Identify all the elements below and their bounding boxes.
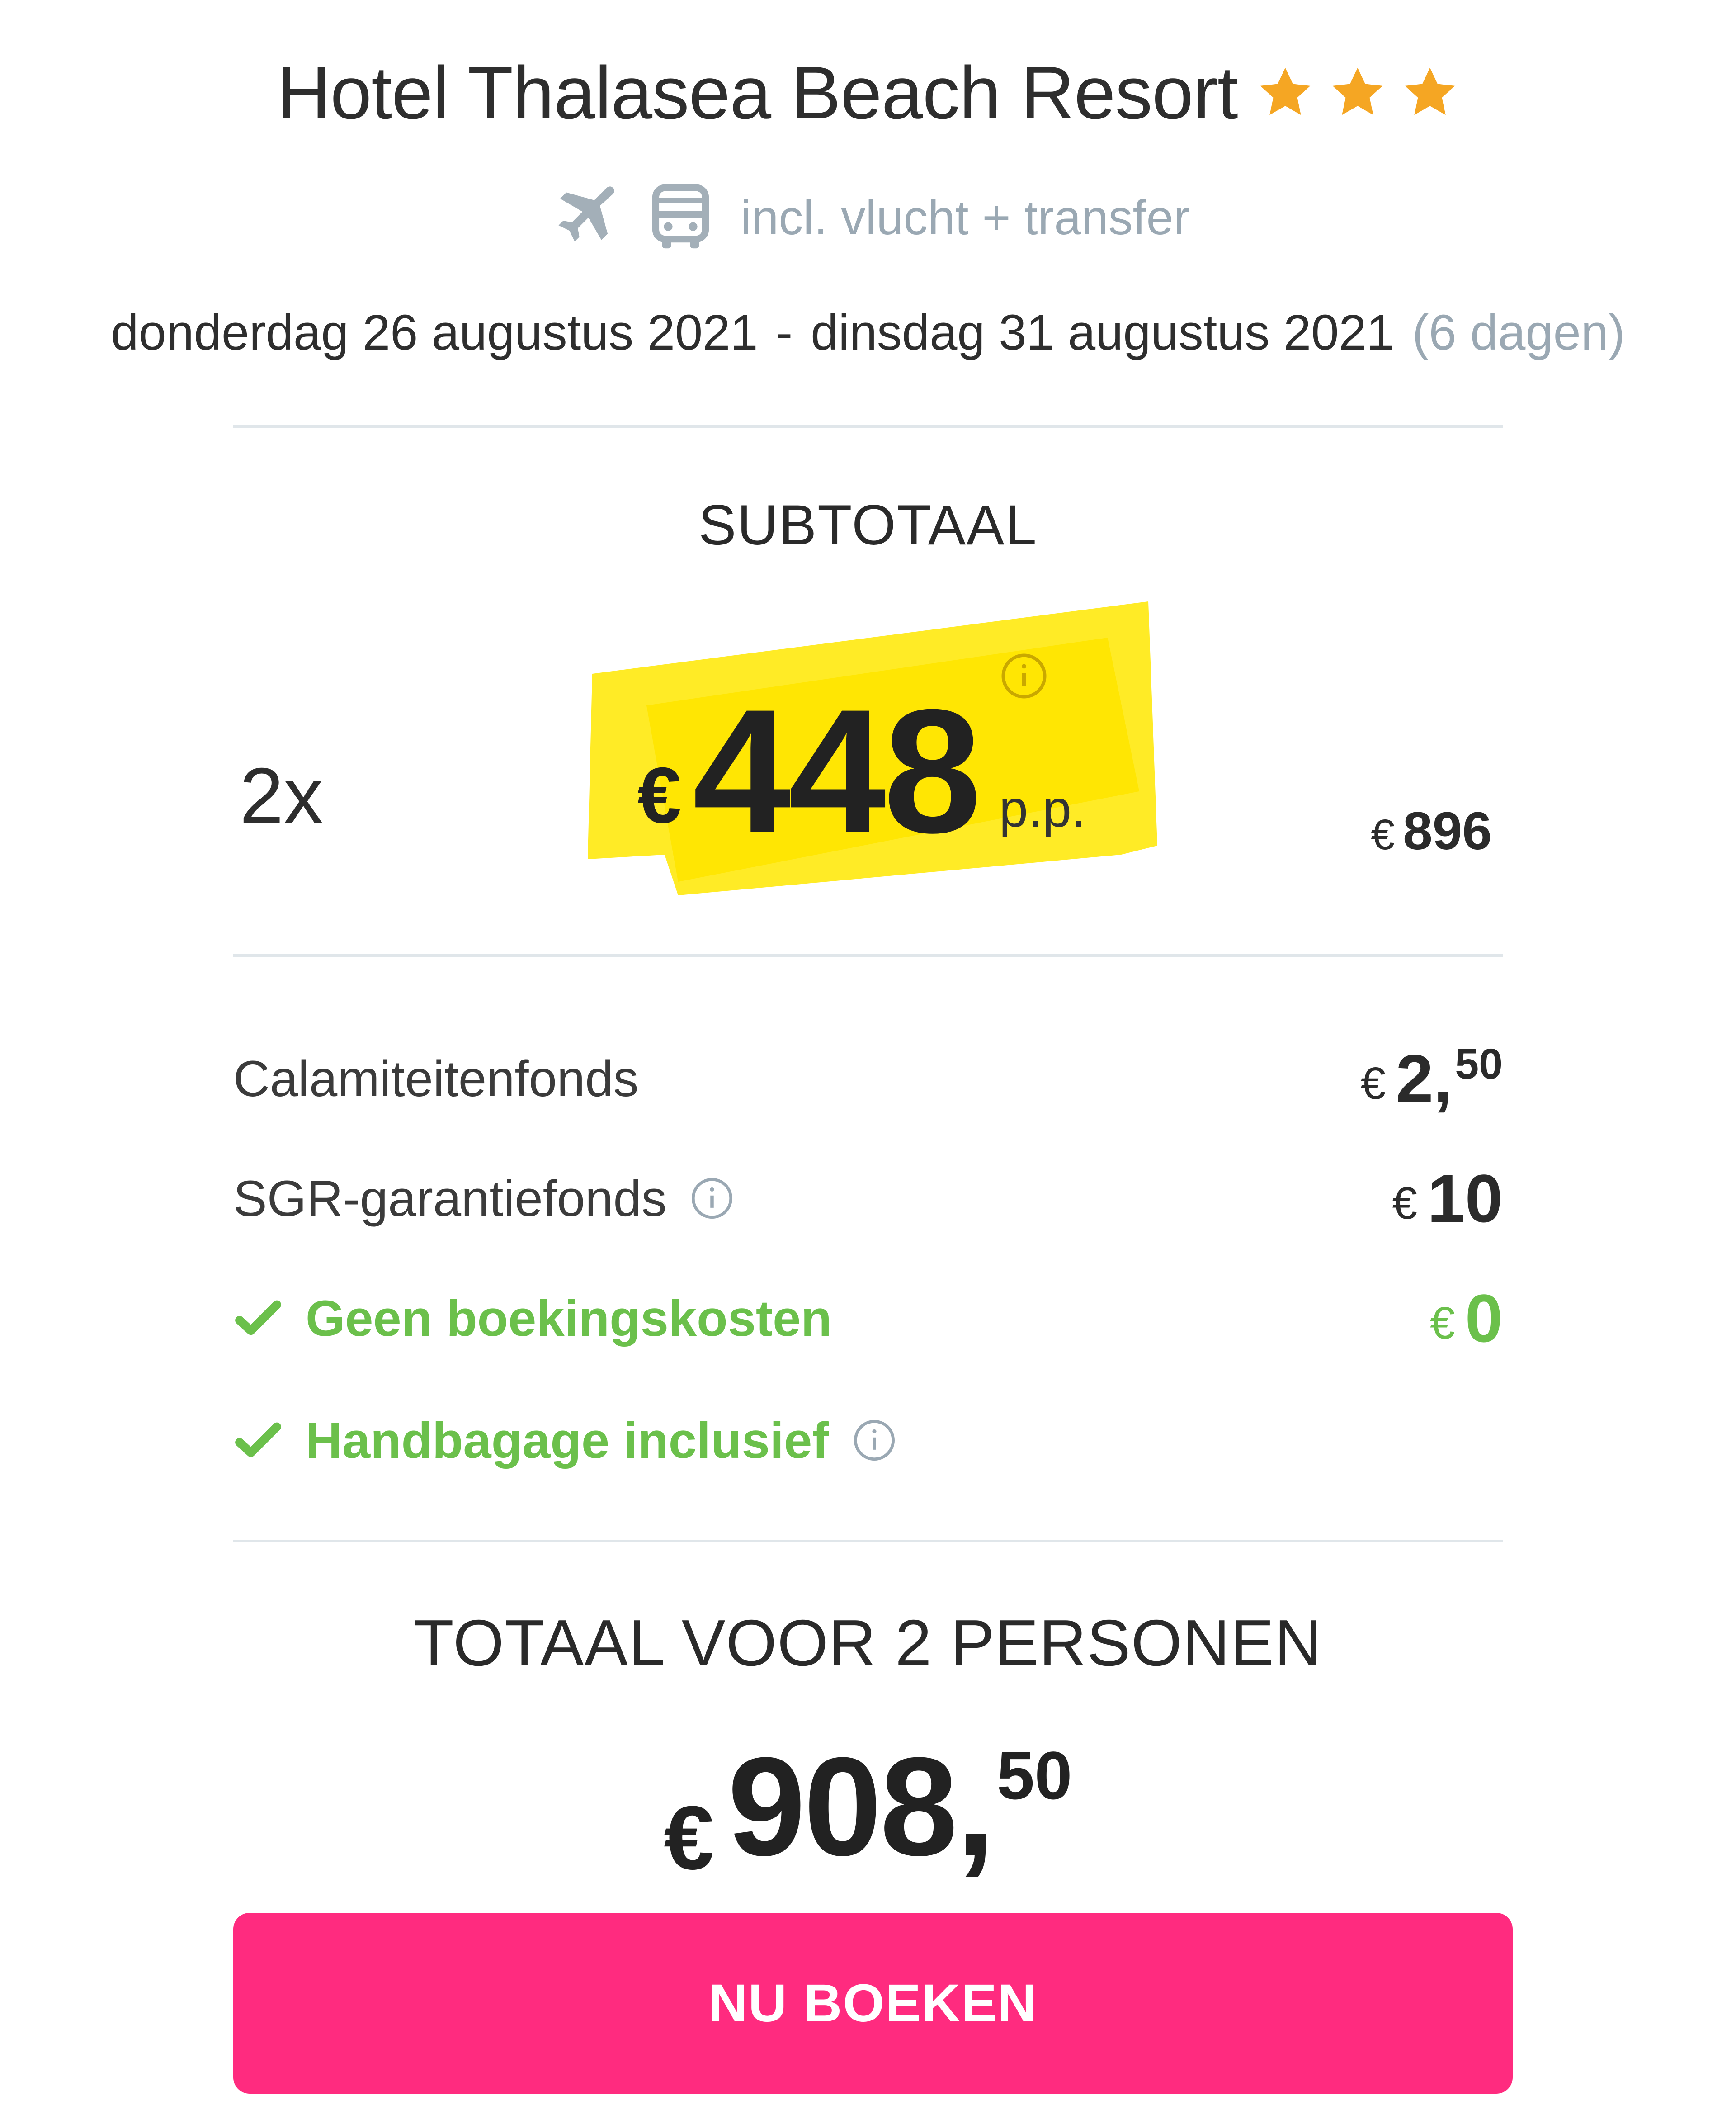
check-icon [233, 1415, 283, 1465]
subtotal-total-currency: € [1371, 811, 1395, 859]
subtotal-total: € 896 [1371, 800, 1492, 862]
travel-dates: donderdag 26 augustus 2021 - dinsdag 31 … [0, 296, 1736, 369]
subtotal-total-value: 896 [1403, 801, 1492, 861]
info-icon[interactable] [689, 1176, 735, 1221]
includes-text: incl. vlucht + transfer [741, 189, 1190, 245]
per-person-label: p.p. [999, 780, 1086, 838]
star-rating [1256, 63, 1459, 122]
fee-row-hand-luggage: Handbagage inclusief [233, 1406, 1503, 1474]
fee-decimals: 50 [1455, 1040, 1503, 1088]
fee-label: Calamiteitenfonds [233, 1050, 639, 1107]
total-heading: TOTAAL VOOR 2 PERSONEN [414, 1606, 1322, 1679]
book-now-button[interactable]: NU BOEKEN [233, 1913, 1513, 2094]
fee-row-calamiteitenfonds: Calamiteitenfonds € 2, 50 [233, 1040, 1503, 1116]
date-separator: - [776, 304, 793, 360]
fee-value: 2, [1396, 1040, 1453, 1116]
fee-amount: € 10 [1392, 1159, 1503, 1238]
traveler-quantity: 2x [240, 752, 323, 840]
price-per-person-value: 448 [693, 672, 981, 870]
info-icon[interactable] [999, 651, 1049, 701]
fee-row-booking-costs: Geen boekingskosten € 0 [233, 1280, 1503, 1356]
bus-icon [643, 180, 718, 255]
price-currency: € [637, 752, 682, 840]
fee-currency: € [1429, 1297, 1455, 1348]
divider [233, 1540, 1503, 1542]
check-icon [233, 1293, 283, 1343]
fee-currency: € [1392, 1178, 1418, 1229]
star-icon [1328, 63, 1387, 122]
hotel-header: Hotel Thalasea Beach Resort [0, 43, 1736, 142]
total-value: 908, [727, 1728, 995, 1885]
total-amount: € 908, 50 [0, 1736, 1736, 1890]
fee-row-sgr: SGR-garantiefonds € 10 [233, 1160, 1503, 1236]
includes-row: incl. vlucht + transfer [0, 174, 1736, 260]
fee-value: 0 [1465, 1280, 1503, 1356]
info-icon[interactable] [852, 1418, 897, 1463]
start-date: donderdag 26 augustus 2021 [111, 304, 758, 360]
star-icon [1401, 63, 1459, 122]
trip-duration: (6 dagen) [1412, 304, 1625, 360]
divider [233, 954, 1503, 957]
end-date: dinsdag 31 augustus 2021 [811, 304, 1394, 360]
hotel-name: Hotel Thalasea Beach Resort [277, 51, 1238, 134]
divider [233, 425, 1503, 428]
fee-value: 10 [1427, 1160, 1503, 1236]
fee-label: SGR-garantiefonds [233, 1170, 667, 1227]
star-icon [1256, 63, 1315, 122]
fee-amount: € 0 [1430, 1279, 1503, 1358]
fee-label: Handbagage inclusief [306, 1412, 829, 1469]
total-currency: € [664, 1788, 714, 1888]
fee-label: Geen boekingskosten [306, 1290, 832, 1347]
fee-amount: € 2, 50 [1361, 1040, 1503, 1118]
airplane-icon [546, 180, 621, 255]
total-decimals: 50 [996, 1737, 1072, 1813]
fee-currency: € [1360, 1058, 1386, 1109]
subtotal-heading: SUBTOTAAL [698, 494, 1038, 557]
